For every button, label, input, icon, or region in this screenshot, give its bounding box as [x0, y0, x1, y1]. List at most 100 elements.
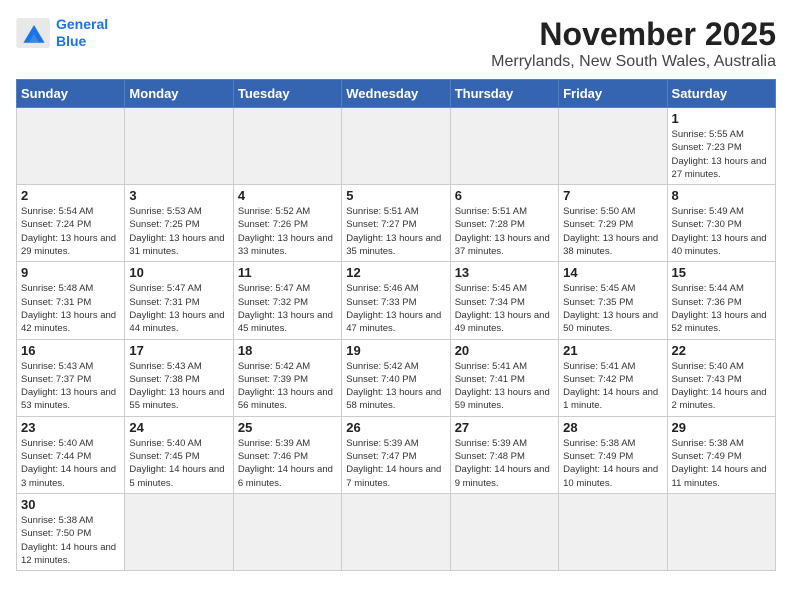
- day-info: Sunrise: 5:41 AM Sunset: 7:41 PM Dayligh…: [455, 360, 554, 413]
- calendar-cell: [342, 108, 450, 185]
- day-number: 17: [129, 343, 228, 358]
- calendar-cell: 2 Sunrise: 5:54 AM Sunset: 7:24 PM Daylig…: [17, 185, 125, 262]
- day-number: 23: [21, 420, 120, 435]
- calendar-cell: [450, 108, 558, 185]
- calendar-cell: 14 Sunrise: 5:45 AM Sunset: 7:35 PM Dayli…: [559, 262, 667, 339]
- day-number: 3: [129, 188, 228, 203]
- calendar-cell: 3 Sunrise: 5:53 AM Sunset: 7:25 PM Daylig…: [125, 185, 233, 262]
- calendar-cell: 27 Sunrise: 5:39 AM Sunset: 7:48 PM Dayli…: [450, 416, 558, 493]
- day-info: Sunrise: 5:49 AM Sunset: 7:30 PM Dayligh…: [672, 205, 771, 258]
- calendar-cell: 19Sunrise: 5:42 AM Sunset: 7:40 PM Dayli…: [342, 339, 450, 416]
- day-info: Sunrise: 5:43 AM Sunset: 7:37 PM Dayligh…: [21, 360, 120, 413]
- day-info: Sunrise: 5:45 AM Sunset: 7:35 PM Dayligh…: [563, 282, 662, 335]
- day-info: Sunrise: 5:51 AM Sunset: 7:28 PM Dayligh…: [455, 205, 554, 258]
- calendar-cell: 30 Sunrise: 5:38 AM Sunset: 7:50 PM Dayli…: [17, 493, 125, 570]
- title-area: November 2025 Merrylands, New South Wale…: [491, 16, 776, 71]
- day-number: 4: [238, 188, 337, 203]
- calendar-cell: 26 Sunrise: 5:39 AM Sunset: 7:47 PM Dayli…: [342, 416, 450, 493]
- logo-line1: General: [56, 16, 108, 32]
- logo: General Blue: [16, 16, 108, 50]
- calendar-cell: 29 Sunrise: 5:38 AM Sunset: 7:49 PM Dayli…: [667, 416, 775, 493]
- calendar-cell: 13 Sunrise: 5:45 AM Sunset: 7:34 PM Dayli…: [450, 262, 558, 339]
- header: General Blue November 2025 Merrylands, N…: [16, 16, 776, 71]
- day-info: Sunrise: 5:48 AM Sunset: 7:31 PM Dayligh…: [21, 282, 120, 335]
- calendar-cell: 8 Sunrise: 5:49 AM Sunset: 7:30 PM Daylig…: [667, 185, 775, 262]
- day-info: Sunrise: 5:53 AM Sunset: 7:25 PM Dayligh…: [129, 205, 228, 258]
- calendar-cell: 6Sunrise: 5:51 AM Sunset: 7:28 PM Daylig…: [450, 185, 558, 262]
- calendar-cell: 18Sunrise: 5:42 AM Sunset: 7:39 PM Dayli…: [233, 339, 341, 416]
- calendar-cell: [559, 493, 667, 570]
- weekday-header-friday: Friday: [559, 80, 667, 108]
- day-info: Sunrise: 5:43 AM Sunset: 7:38 PM Dayligh…: [129, 360, 228, 413]
- calendar-cell: 23 Sunrise: 5:40 AM Sunset: 7:44 PM Dayli…: [17, 416, 125, 493]
- calendar-cell: 25Sunrise: 5:39 AM Sunset: 7:46 PM Dayli…: [233, 416, 341, 493]
- calendar-cell: [233, 493, 341, 570]
- day-number: 9: [21, 265, 120, 280]
- calendar-week-row: 23 Sunrise: 5:40 AM Sunset: 7:44 PM Dayli…: [17, 416, 776, 493]
- calendar-cell: [559, 108, 667, 185]
- weekday-header-thursday: Thursday: [450, 80, 558, 108]
- day-number: 13: [455, 265, 554, 280]
- day-number: 24: [129, 420, 228, 435]
- day-info: Sunrise: 5:54 AM Sunset: 7:24 PM Dayligh…: [21, 205, 120, 258]
- calendar-cell: 7 Sunrise: 5:50 AM Sunset: 7:29 PM Daylig…: [559, 185, 667, 262]
- day-info: Sunrise: 5:39 AM Sunset: 7:48 PM Dayligh…: [455, 437, 554, 490]
- calendar-cell: 22Sunrise: 5:40 AM Sunset: 7:43 PM Dayli…: [667, 339, 775, 416]
- calendar-cell: [342, 493, 450, 570]
- day-number: 15: [672, 265, 771, 280]
- day-number: 1: [672, 111, 771, 126]
- calendar-cell: [233, 108, 341, 185]
- day-number: 27: [455, 420, 554, 435]
- day-info: Sunrise: 5:45 AM Sunset: 7:34 PM Dayligh…: [455, 282, 554, 335]
- calendar-cell: 24Sunrise: 5:40 AM Sunset: 7:45 PM Dayli…: [125, 416, 233, 493]
- day-info: Sunrise: 5:38 AM Sunset: 7:50 PM Dayligh…: [21, 514, 120, 567]
- day-info: Sunrise: 5:40 AM Sunset: 7:44 PM Dayligh…: [21, 437, 120, 490]
- day-info: Sunrise: 5:46 AM Sunset: 7:33 PM Dayligh…: [346, 282, 445, 335]
- calendar-week-row: 1 Sunrise: 5:55 AM Sunset: 7:23 PM Daylig…: [17, 108, 776, 185]
- day-info: Sunrise: 5:50 AM Sunset: 7:29 PM Dayligh…: [563, 205, 662, 258]
- day-number: 16: [21, 343, 120, 358]
- day-number: 28: [563, 420, 662, 435]
- weekday-header-wednesday: Wednesday: [342, 80, 450, 108]
- day-number: 10: [129, 265, 228, 280]
- day-number: 21: [563, 343, 662, 358]
- day-number: 30: [21, 497, 120, 512]
- day-info: Sunrise: 5:42 AM Sunset: 7:39 PM Dayligh…: [238, 360, 337, 413]
- day-number: 8: [672, 188, 771, 203]
- weekday-header-monday: Monday: [125, 80, 233, 108]
- day-number: 29: [672, 420, 771, 435]
- calendar-cell: 10 Sunrise: 5:47 AM Sunset: 7:31 PM Dayli…: [125, 262, 233, 339]
- day-number: 11: [238, 265, 337, 280]
- day-info: Sunrise: 5:39 AM Sunset: 7:47 PM Dayligh…: [346, 437, 445, 490]
- day-number: 2: [21, 188, 120, 203]
- calendar-cell: 12 Sunrise: 5:46 AM Sunset: 7:33 PM Dayli…: [342, 262, 450, 339]
- calendar-cell: 4Sunrise: 5:52 AM Sunset: 7:26 PM Daylig…: [233, 185, 341, 262]
- calendar-cell: 28 Sunrise: 5:38 AM Sunset: 7:49 PM Dayli…: [559, 416, 667, 493]
- calendar-cell: [450, 493, 558, 570]
- day-info: Sunrise: 5:38 AM Sunset: 7:49 PM Dayligh…: [672, 437, 771, 490]
- calendar-cell: 5 Sunrise: 5:51 AM Sunset: 7:27 PM Daylig…: [342, 185, 450, 262]
- calendar-cell: 16 Sunrise: 5:43 AM Sunset: 7:37 PM Dayli…: [17, 339, 125, 416]
- day-number: 14: [563, 265, 662, 280]
- day-info: Sunrise: 5:47 AM Sunset: 7:31 PM Dayligh…: [129, 282, 228, 335]
- day-info: Sunrise: 5:42 AM Sunset: 7:40 PM Dayligh…: [346, 360, 445, 413]
- day-number: 26: [346, 420, 445, 435]
- day-info: Sunrise: 5:44 AM Sunset: 7:36 PM Dayligh…: [672, 282, 771, 335]
- weekday-header-tuesday: Tuesday: [233, 80, 341, 108]
- location-title: Merrylands, New South Wales, Australia: [491, 53, 776, 71]
- calendar-cell: [667, 493, 775, 570]
- calendar-week-row: 16 Sunrise: 5:43 AM Sunset: 7:37 PM Dayli…: [17, 339, 776, 416]
- calendar-cell: 20Sunrise: 5:41 AM Sunset: 7:41 PM Dayli…: [450, 339, 558, 416]
- calendar-cell: [17, 108, 125, 185]
- month-title: November 2025: [491, 16, 776, 53]
- day-info: Sunrise: 5:55 AM Sunset: 7:23 PM Dayligh…: [672, 128, 771, 181]
- day-number: 5: [346, 188, 445, 203]
- calendar-cell: 17 Sunrise: 5:43 AM Sunset: 7:38 PM Dayli…: [125, 339, 233, 416]
- day-info: Sunrise: 5:51 AM Sunset: 7:27 PM Dayligh…: [346, 205, 445, 258]
- calendar-cell: [125, 493, 233, 570]
- day-number: 7: [563, 188, 662, 203]
- day-info: Sunrise: 5:38 AM Sunset: 7:49 PM Dayligh…: [563, 437, 662, 490]
- calendar-header-row: SundayMondayTuesdayWednesdayThursdayFrid…: [17, 80, 776, 108]
- day-number: 12: [346, 265, 445, 280]
- calendar-cell: [125, 108, 233, 185]
